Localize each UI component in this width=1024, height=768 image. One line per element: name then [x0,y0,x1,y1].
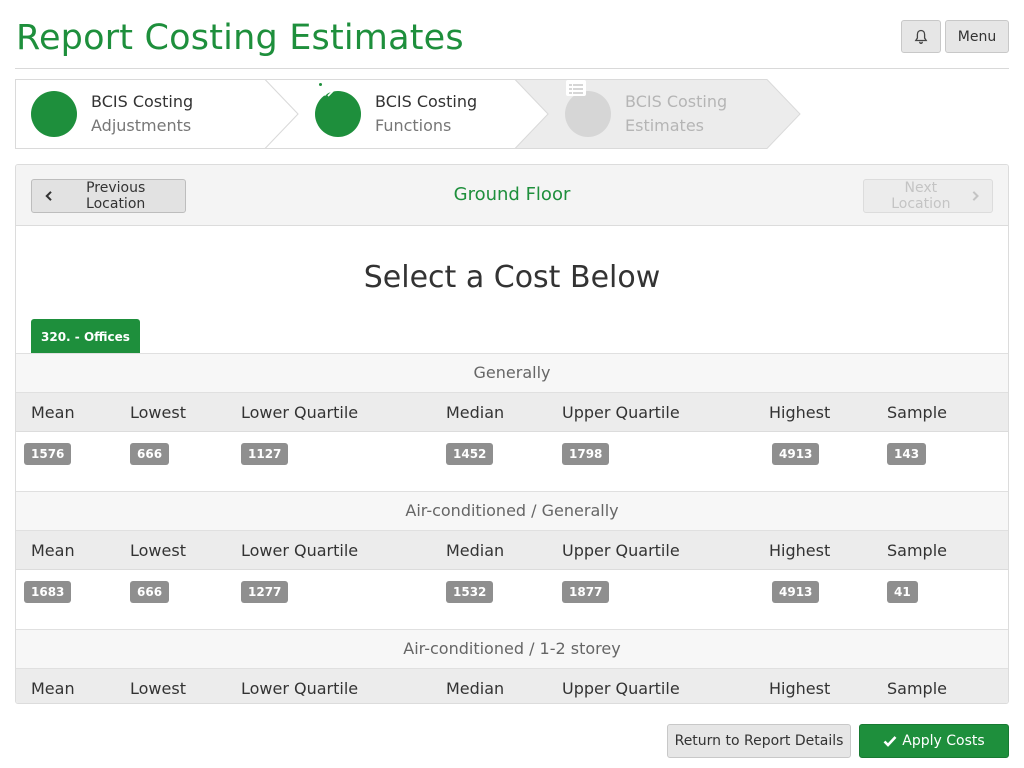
wizard-step-functions[interactable]: BCIS Costing Functions [315,79,477,149]
column-header: Upper Quartile [562,679,680,698]
column-header: Lower Quartile [241,541,359,560]
column-header-row: Mean Lowest Lower Quartile Median Upper … [16,669,1008,703]
cost-table: Generally Mean Lowest Lower Quartile Med… [16,353,1008,703]
step-subtitle: Functions [375,116,452,135]
column-header: Sample [887,679,947,698]
median-value-badge[interactable]: 1532 [446,581,494,603]
column-header: Upper Quartile [562,403,680,422]
column-header: Median [446,403,505,422]
cost-group: Air-conditioned / 1-2 storey Mean Lowest… [16,629,1008,703]
upper-quartile-badge[interactable]: 1877 [562,581,610,603]
lower-quartile-badge[interactable]: 1127 [241,443,289,465]
table-row: 1576 666 1127 1452 1798 4913 143 [16,432,1008,491]
cost-panel: Ground Floor Previous Location Next Loca… [15,164,1009,704]
column-header-row: Mean Lowest Lower Quartile Median Upper … [16,393,1008,432]
mean-value-badge[interactable]: 1683 [24,581,72,603]
bell-icon [914,29,928,44]
column-header: Sample [887,403,947,422]
apply-costs-button[interactable]: Apply Costs [859,724,1009,758]
highest-value-badge[interactable]: 4913 [772,581,820,603]
next-location-label: Next Location [891,180,951,212]
select-cost-heading: Select a Cost Below [363,260,661,295]
upper-quartile-badge[interactable]: 1798 [562,443,610,465]
location-bar: Ground Floor Previous Location Next Loca… [16,165,1008,226]
previous-location-label: Previous Location [86,180,146,212]
wizard-step-estimates: BCIS Costing Estimates [565,79,727,149]
step-title: BCIS Costing [625,92,728,111]
column-header: Mean [31,541,75,560]
chevron-left-icon [45,191,52,201]
cost-group: Generally Mean Lowest Lower Quartile Med… [16,353,1008,491]
column-header: Mean [31,679,75,698]
group-title: Air-conditioned / 1-2 storey [16,629,1008,669]
next-location-button[interactable]: Next Location [863,179,993,213]
cost-group: Air-conditioned / Generally Mean Lowest … [16,491,1008,629]
column-header: Lowest [130,403,186,422]
group-title: Generally [16,353,1008,393]
tab-offices[interactable]: 320. - Offices [31,319,140,355]
lower-quartile-badge[interactable]: 1277 [241,581,289,603]
column-header: Median [446,679,505,698]
pencil-icon [31,81,77,137]
step-wizard: BCIS Costing Adjustments BCIS Costing Fu… [15,79,801,149]
step-title: BCIS Costing [375,92,478,111]
return-to-report-details-button[interactable]: Return to Report Details [667,724,851,758]
wizard-step-adjustments[interactable]: BCIS Costing Adjustments [31,79,193,149]
step-title: BCIS Costing [91,92,194,111]
median-value-badge[interactable]: 1452 [446,443,494,465]
column-header: Highest [769,679,831,698]
column-header: Lowest [130,541,186,560]
step-subtitle: Estimates [625,116,705,135]
header-divider [15,68,1009,69]
menu-button[interactable]: Menu [945,20,1009,53]
tags-icon [315,80,361,137]
column-header: Highest [769,403,831,422]
lowest-value-badge[interactable]: 666 [130,581,170,603]
previous-location-button[interactable]: Previous Location [31,179,186,213]
column-header: Lower Quartile [241,403,359,422]
notifications-button[interactable] [901,20,941,53]
list-icon [565,80,611,137]
table-row: 1683 666 1277 1532 1877 4913 41 [16,570,1008,629]
column-header: Highest [769,541,831,560]
mean-value-badge[interactable]: 1576 [24,443,72,465]
chevron-right-icon [972,191,979,201]
column-header: Mean [31,403,75,422]
group-title: Air-conditioned / Generally [16,491,1008,531]
highest-value-badge[interactable]: 4913 [772,443,820,465]
step-subtitle: Adjustments [91,116,192,135]
page-title: Report Costing Estimates [16,18,464,58]
lowest-value-badge[interactable]: 666 [130,443,170,465]
apply-costs-label: Apply Costs [902,733,985,749]
column-header: Upper Quartile [562,541,680,560]
column-header-row: Mean Lowest Lower Quartile Median Upper … [16,531,1008,570]
column-header: Lower Quartile [241,679,359,698]
column-header: Median [446,541,505,560]
sample-value-badge[interactable]: 143 [887,443,927,465]
column-header: Lowest [130,679,186,698]
checkmark-icon [883,736,897,747]
sample-value-badge[interactable]: 41 [887,581,918,603]
column-header: Sample [887,541,947,560]
